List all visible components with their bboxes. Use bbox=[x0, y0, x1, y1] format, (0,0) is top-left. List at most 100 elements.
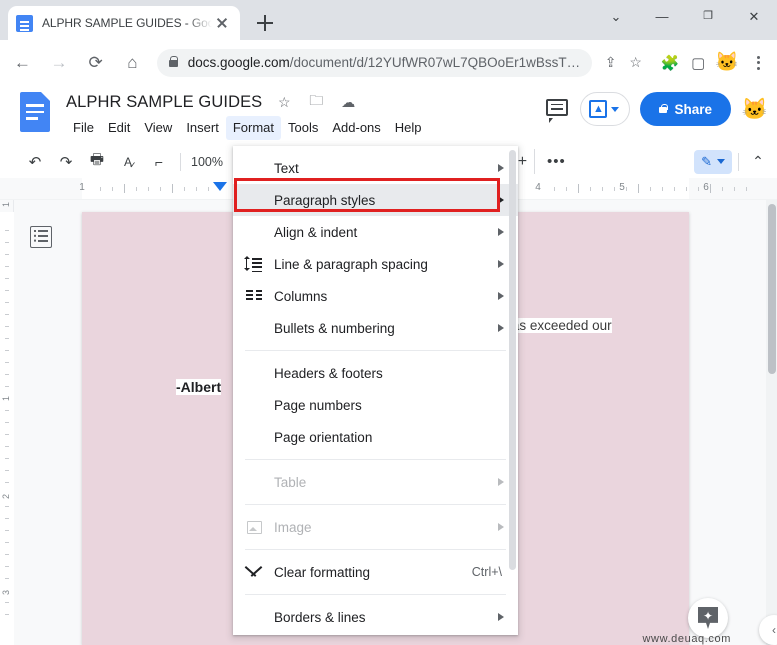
scrollbar-thumb[interactable] bbox=[768, 204, 776, 374]
zoom-value: 100% bbox=[191, 154, 223, 169]
ruler-label-4: 4 bbox=[535, 182, 541, 193]
paint-format-icon[interactable]: ⌐ bbox=[146, 149, 172, 175]
vertical-ruler: 1 1 2 3 bbox=[0, 200, 14, 645]
url-path: /document/d/12YUfWR07wL7QBOoEr1wBssT… bbox=[289, 55, 581, 70]
share-icon[interactable]: ⇪ bbox=[600, 52, 621, 74]
menu-item-label: Bullets & numbering bbox=[274, 320, 395, 336]
print-icon[interactable]: 🖶 bbox=[84, 149, 110, 175]
menu-item-label: Columns bbox=[274, 288, 328, 304]
redo-icon[interactable]: ↷ bbox=[53, 149, 79, 175]
document-text-line-2: -Albert bbox=[176, 379, 222, 395]
spelling-check-icon[interactable]: A ✓ bbox=[115, 149, 141, 175]
menu-item-align-indent[interactable]: Align & indent bbox=[233, 216, 518, 248]
forward-icon[interactable]: → bbox=[45, 48, 74, 78]
menu-scrollbar-thumb[interactable] bbox=[509, 150, 516, 570]
side-panel-icon[interactable]: ▢ bbox=[684, 49, 712, 77]
docs-favicon bbox=[16, 14, 33, 32]
menu-item-bullets-numbering[interactable]: Bullets & numbering bbox=[233, 312, 518, 344]
menu-view[interactable]: View bbox=[137, 116, 179, 140]
document-outline-icon[interactable] bbox=[30, 226, 52, 248]
menu-separator bbox=[245, 594, 506, 595]
new-tab-button[interactable] bbox=[253, 11, 277, 35]
chevron-down-icon bbox=[717, 159, 725, 164]
menu-item-borders-lines[interactable]: Borders & lines bbox=[233, 601, 518, 633]
menu-item-paragraph-styles[interactable]: Paragraph styles bbox=[233, 184, 518, 216]
menu-item-line-paragraph-spacing[interactable]: Line & paragraph spacing bbox=[233, 248, 518, 280]
lock-icon bbox=[659, 103, 669, 113]
move-to-folder-icon[interactable]: 🗀 bbox=[306, 92, 326, 112]
undo-icon[interactable]: ↶ bbox=[22, 149, 48, 175]
docs-logo-lines bbox=[26, 104, 44, 124]
maximize-button[interactable]: ❐ bbox=[685, 0, 731, 32]
star-icon[interactable]: ☆ bbox=[625, 52, 646, 74]
explore-button[interactable]: ✦ bbox=[688, 598, 728, 638]
maximize-icon: ❐ bbox=[703, 9, 713, 22]
share-button[interactable]: Share bbox=[640, 92, 731, 126]
menu-item-text[interactable]: Text bbox=[233, 152, 518, 184]
chevron-right-icon bbox=[498, 613, 504, 621]
puzzle-icon[interactable]: 🧩 bbox=[656, 49, 684, 77]
profile-avatar[interactable]: 🐱 bbox=[715, 51, 739, 75]
reload-icon[interactable]: ⟳ bbox=[81, 48, 110, 78]
menu-item-columns[interactable]: Columns bbox=[233, 280, 518, 312]
tab-search-button[interactable]: ⌄ bbox=[593, 0, 639, 32]
chevron-right-icon bbox=[498, 228, 504, 236]
close-icon: ✕ bbox=[748, 8, 760, 24]
indent-marker[interactable] bbox=[213, 182, 227, 191]
home-icon[interactable]: ⌂ bbox=[118, 48, 147, 78]
menu-edit[interactable]: Edit bbox=[101, 116, 137, 140]
browser-tab[interactable]: ALPHR SAMPLE GUIDES - Google bbox=[8, 6, 240, 40]
document-title-row: ALPHR SAMPLE GUIDES ☆ 🗀 ☁ bbox=[66, 92, 358, 112]
menu-help[interactable]: Help bbox=[388, 116, 429, 140]
chevron-down-icon bbox=[611, 106, 620, 112]
menu-item-label: Line & paragraph spacing bbox=[274, 256, 428, 272]
clear-formatting-icon bbox=[245, 563, 263, 581]
cloud-saved-icon[interactable]: ☁ bbox=[338, 92, 358, 112]
chevron-left-icon: ‹ bbox=[772, 623, 776, 637]
menu-add-ons[interactable]: Add-ons bbox=[325, 116, 387, 140]
chevron-right-icon bbox=[498, 292, 504, 300]
ruler-label-6: 6 bbox=[703, 182, 709, 193]
menu-item-label: Borders & lines bbox=[274, 609, 366, 625]
chevron-right-icon bbox=[498, 260, 504, 268]
menu-item-page-orientation[interactable]: Page orientation bbox=[233, 421, 518, 453]
menu-item-label: Paragraph styles bbox=[274, 192, 376, 208]
menu-format[interactable]: Format bbox=[225, 116, 281, 140]
docs-header-actions: ▲ Share 🐱 bbox=[546, 92, 769, 126]
menu-item-shortcut: Ctrl+\ bbox=[471, 565, 502, 579]
menu-file[interactable]: File bbox=[66, 116, 101, 140]
tab-strip: ALPHR SAMPLE GUIDES - Google ⌄ — ❐ ✕ bbox=[0, 0, 777, 40]
browser-menu-icon[interactable] bbox=[746, 50, 771, 76]
document-scrollbar[interactable] bbox=[766, 200, 777, 645]
sparkle-icon: ✦ bbox=[702, 609, 714, 623]
close-icon[interactable] bbox=[212, 13, 232, 33]
minimize-icon: — bbox=[655, 8, 669, 24]
watermark: www.deuaq.com bbox=[642, 633, 731, 645]
format-dropdown-menu[interactable]: Text Paragraph styles Align & indent Lin… bbox=[233, 146, 518, 635]
navigation-bar: ← → ⟳ ⌂ docs.google.com/document/d/12YUf… bbox=[0, 40, 777, 85]
pencil-icon: ✎ bbox=[701, 153, 712, 169]
menu-item-page-numbers[interactable]: Page numbers bbox=[233, 389, 518, 421]
star-icon[interactable]: ☆ bbox=[274, 92, 294, 112]
menu-item-clear-formatting[interactable]: Clear formatting Ctrl+\ bbox=[233, 556, 518, 588]
menu-item-headers-footers[interactable]: Headers & footers bbox=[233, 357, 518, 389]
present-button[interactable]: ▲ bbox=[580, 92, 631, 126]
editing-mode-button[interactable]: ✎ bbox=[694, 149, 732, 174]
menu-insert[interactable]: Insert bbox=[179, 116, 226, 140]
avatar[interactable]: 🐱 bbox=[741, 99, 769, 120]
more-options-icon[interactable]: ••• bbox=[543, 149, 569, 175]
back-icon[interactable]: ← bbox=[8, 48, 37, 78]
tab-title: ALPHR SAMPLE GUIDES - Google bbox=[42, 16, 212, 30]
docs-logo-icon[interactable] bbox=[20, 92, 50, 132]
minimize-button[interactable]: — bbox=[639, 0, 685, 32]
close-window-button[interactable]: ✕ bbox=[731, 0, 777, 32]
address-bar[interactable]: docs.google.com/document/d/12YUfWR07wL7Q… bbox=[156, 48, 593, 77]
page-title[interactable]: ALPHR SAMPLE GUIDES bbox=[66, 93, 262, 112]
sidebar-toggle-button[interactable]: ‹ bbox=[759, 615, 777, 645]
chevron-down-icon: ⌄ bbox=[610, 8, 622, 24]
menu-tools[interactable]: Tools bbox=[281, 116, 325, 140]
chevron-up-icon[interactable]: ⌃ bbox=[745, 149, 771, 175]
chevron-right-icon bbox=[498, 196, 504, 204]
comment-icon[interactable] bbox=[546, 99, 570, 123]
chevron-right-icon bbox=[498, 164, 504, 172]
